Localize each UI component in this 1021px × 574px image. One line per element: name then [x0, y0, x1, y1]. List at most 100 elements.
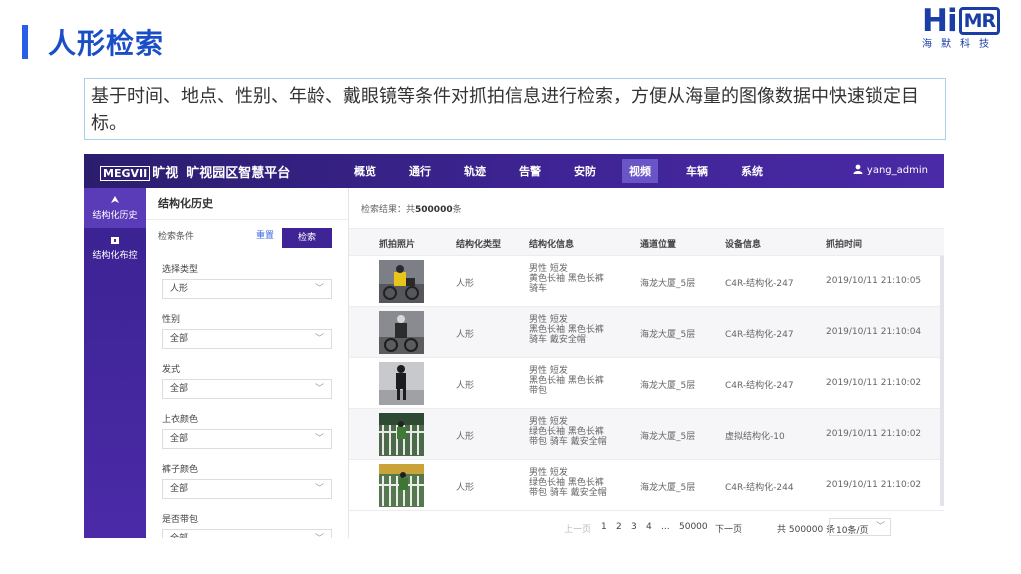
page-3[interactable]: 3: [631, 522, 637, 532]
bag-select[interactable]: 全部 ﹀: [162, 529, 332, 538]
filter-hairstyle: 发式 全部 ﹀: [146, 354, 348, 404]
cell-device: C4R-结构化-244: [725, 483, 794, 493]
chevron-down-icon: ﹀: [314, 334, 324, 344]
filter-top-color: 上衣颜色 全部 ﹀: [146, 404, 348, 454]
side-item-label: 结构化历史: [92, 211, 138, 221]
nav-access[interactable]: 通行: [409, 163, 431, 179]
table-row[interactable]: 人形 男性 短发 黑色长袖 黑色长裤 骑车 戴安全帽 海龙大厦_5层 C4R-结构化…: [349, 307, 944, 358]
company-logo: Hi MR 海默科技: [922, 4, 1008, 56]
chevron-down-icon: ﹀: [314, 484, 324, 494]
prev-page-button[interactable]: 上一页: [564, 522, 591, 535]
condition-row: 检索条件 重置 检索: [146, 220, 348, 254]
field-label: 上衣颜色: [162, 415, 199, 425]
condition-label: 检索条件: [158, 232, 195, 242]
platform-name: 旷视园区智慧平台: [186, 166, 291, 181]
select-value: 全部: [170, 434, 189, 444]
cell-info: 男性 短发 黑色长袖 黑色长裤 骑车 戴安全帽: [529, 315, 604, 345]
nav-video[interactable]: 视频: [622, 159, 658, 183]
cell-info: 男性 短发 绿色长袖 黑色长裤 带包 骑车 戴安全帽: [529, 468, 607, 498]
slide-title: 人形检索: [48, 27, 165, 60]
col-device: 设备信息: [725, 240, 762, 250]
chevron-down-icon: ﹀: [314, 384, 324, 394]
cell-type: 人形: [456, 483, 475, 493]
nav-alerts[interactable]: 告警: [519, 163, 541, 179]
cell-time: 2019/10/11 21:10:02: [826, 480, 922, 490]
cell-type: 人形: [456, 381, 475, 391]
slide: 人形检索 Hi MR 海默科技 基于时间、地点、性别、年龄、戴眼镜等条件对抓拍信息…: [0, 0, 1021, 574]
nav-trajectory[interactable]: 轨迹: [464, 163, 486, 179]
page-size-value: 10条/页: [836, 526, 869, 536]
cell-device: C4R-结构化-247: [725, 381, 794, 391]
page-ellipsis[interactable]: ...: [661, 522, 670, 532]
col-time: 抓拍时间: [826, 240, 863, 250]
results-scrollbar[interactable]: [940, 256, 944, 506]
search-button[interactable]: 检索: [282, 228, 332, 248]
result-count-value: 500000: [415, 205, 453, 215]
field-label: 是否带包: [162, 515, 199, 525]
page-4[interactable]: 4: [646, 522, 652, 532]
type-select[interactable]: 人形 ﹀: [162, 279, 332, 299]
chevron-down-icon: ﹀: [315, 530, 324, 538]
cell-device: C4R-结构化-247: [725, 330, 794, 340]
gender-select[interactable]: 全部 ﹀: [162, 329, 332, 349]
chevron-down-icon: ﹀: [314, 434, 324, 444]
table-row[interactable]: 人形 男性 短发 黑色长袖 黑色长裤 带包 海龙大厦_5层 C4R-结构化-247 …: [349, 358, 944, 409]
reset-button[interactable]: 重置: [256, 229, 274, 243]
capture-thumbnail[interactable]: [379, 362, 424, 405]
select-value: 全部: [170, 534, 188, 538]
nav-system[interactable]: 系统: [741, 163, 763, 179]
field-label: 发式: [162, 365, 181, 375]
table-row[interactable]: 人形 男性 短发 绿色长袖 黑色长裤 带包 骑车 戴安全帽 海龙大厦_5层 C4R-…: [349, 460, 944, 511]
filter-type: 选择类型 人形 ﹀: [146, 254, 348, 304]
logo-text: Hi: [922, 3, 958, 39]
filter-pants-color: 裤子颜色 全部 ﹀: [146, 454, 348, 504]
top-color-select[interactable]: 全部 ﹀: [162, 429, 332, 449]
cell-location: 海龙大厦_5层: [640, 330, 696, 340]
field-label: 性别: [162, 315, 181, 325]
cell-device: C4R-结构化-247: [725, 279, 794, 289]
hairstyle-select[interactable]: 全部 ﹀: [162, 379, 332, 399]
megvii-logo: MEGVII: [100, 166, 151, 181]
cell-location: 海龙大厦_5层: [640, 432, 696, 442]
capture-thumbnail[interactable]: [379, 464, 424, 507]
structured-control-icon: [84, 234, 146, 248]
select-value: 人形: [170, 284, 189, 294]
capture-thumbnail[interactable]: [379, 311, 424, 354]
filter-gender: 性别 全部 ﹀: [146, 304, 348, 354]
side-item-structured-control[interactable]: 结构化布控: [84, 228, 146, 268]
page-2[interactable]: 2: [616, 522, 622, 532]
pants-color-select[interactable]: 全部 ﹀: [162, 479, 332, 499]
brand: MEGVII 旷视 旷视园区智慧平台: [100, 162, 290, 181]
nav-security[interactable]: 安防: [574, 163, 596, 179]
col-location: 通道位置: [640, 240, 677, 250]
user-menu[interactable]: yang_admin: [853, 164, 928, 176]
total-count: 共 500000 条: [777, 525, 836, 535]
results-panel: 检索结果：共500000条 抓拍照片 结构化类型 结构化信息 通道位置 设备信息…: [349, 188, 944, 538]
table-row[interactable]: 人形 男性 短发 黄色长袖 黑色长裤 骑车 海龙大厦_5层 C4R-结构化-247 …: [349, 256, 944, 307]
top-navigation: MEGVII 旷视 旷视园区智慧平台 概览 通行 轨迹 告警 安防 视频 车辆 系统…: [84, 154, 944, 188]
nav-overview[interactable]: 概览: [354, 163, 376, 179]
cell-time: 2019/10/11 21:10:02: [826, 429, 922, 439]
page-last[interactable]: 50000: [679, 522, 708, 532]
brand-cn: 旷视: [152, 166, 179, 181]
cell-info: 男性 短发 黑色长袖 黑色长裤 带包: [529, 366, 604, 396]
side-item-structured-history[interactable]: 结构化历史: [84, 188, 146, 228]
capture-thumbnail[interactable]: [379, 260, 424, 303]
select-value: 全部: [170, 384, 189, 394]
result-count: 检索结果：共500000条: [361, 205, 462, 215]
pagination: 上一页 1 2 3 4 ... 50000 下一页 共 500000 条 10条…: [349, 518, 944, 538]
cell-location: 海龙大厦_5层: [640, 483, 696, 493]
filter-heading: 结构化历史: [146, 188, 348, 220]
cell-type: 人形: [456, 279, 475, 289]
cell-type: 人形: [456, 432, 475, 442]
cell-device: 虚拟结构化-10: [725, 432, 785, 442]
page-1[interactable]: 1: [601, 522, 607, 532]
page-size-select[interactable]: 10条/页 ﹀: [829, 518, 891, 536]
col-type: 结构化类型: [456, 240, 502, 250]
capture-thumbnail[interactable]: [379, 413, 424, 456]
nav-vehicles[interactable]: 车辆: [686, 163, 708, 179]
next-page-button[interactable]: 下一页: [715, 522, 742, 535]
user-icon: [853, 164, 863, 174]
table-row[interactable]: 人形 男性 短发 绿色长袖 黑色长裤 带包 骑车 戴安全帽 海龙大厦_5层 虚拟结构…: [349, 409, 944, 460]
description-box: 基于时间、地点、性别、年龄、戴眼镜等条件对抓拍信息进行检索，方便从海量的图像数据…: [84, 78, 946, 140]
